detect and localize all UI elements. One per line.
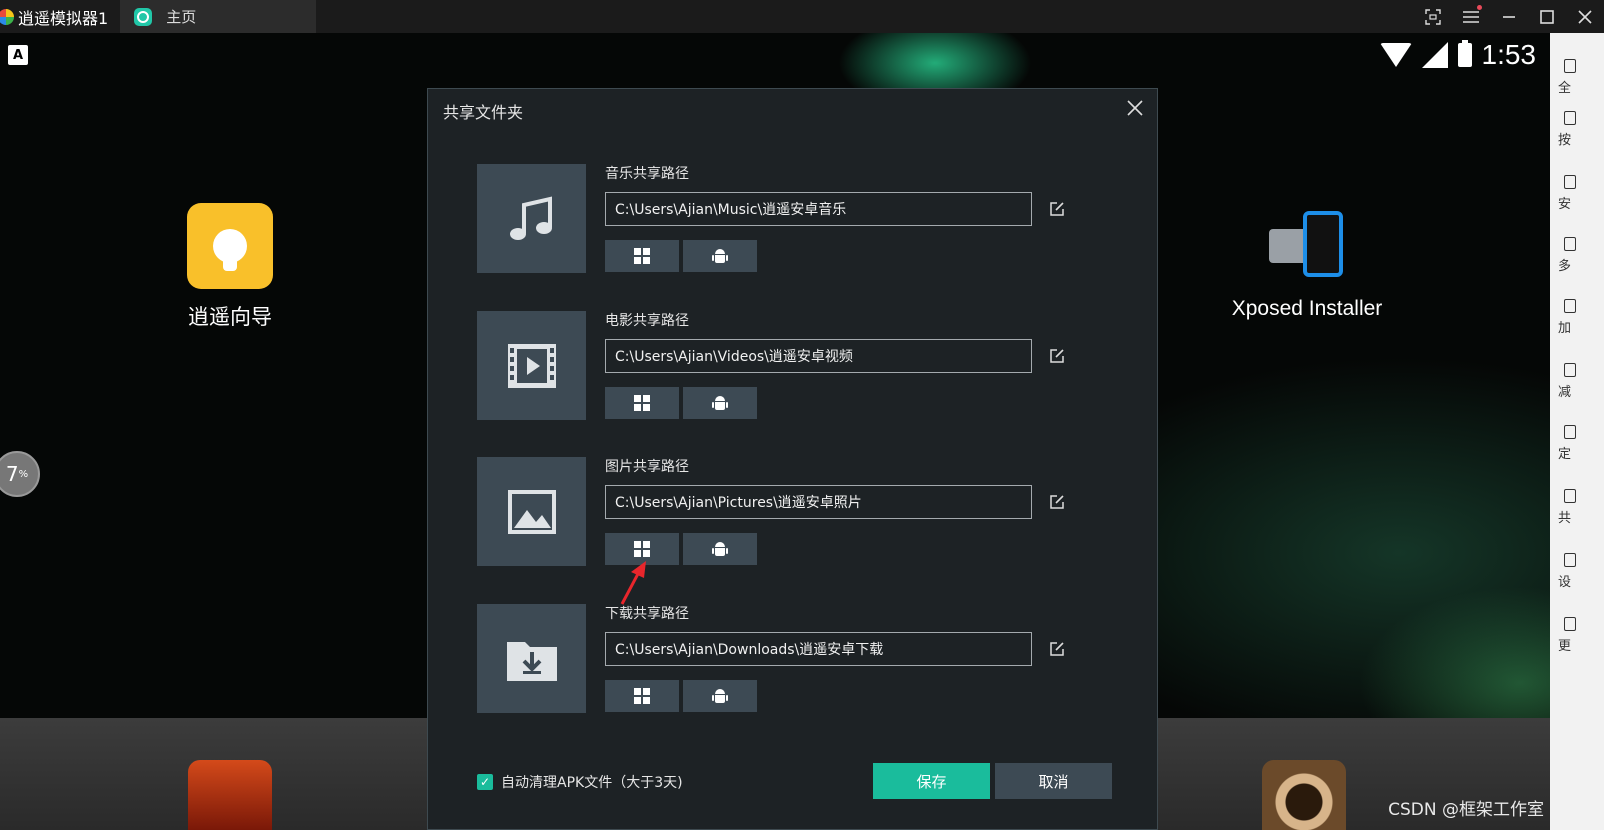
open-windows-folder-button[interactable] xyxy=(605,680,679,712)
dialog-title: 共享文件夹 xyxy=(443,103,524,122)
sidebar-item-label: 减 xyxy=(1558,385,1572,400)
open-windows-folder-button[interactable] xyxy=(605,240,679,272)
watermark: CSDN @框架工作室 xyxy=(1388,800,1544,820)
share-row-video: 电影共享路径 xyxy=(477,311,1117,421)
windows-icon xyxy=(634,688,650,704)
film-icon xyxy=(477,311,586,420)
title-bar: 逍遥模拟器1 主页 xyxy=(0,0,1604,33)
row-label: 下载共享路径 xyxy=(605,606,689,622)
sidebar-item-share[interactable]: 共 xyxy=(1558,489,1588,526)
signal-icon xyxy=(1421,42,1448,68)
sidebar-item-label: 按 xyxy=(1558,133,1572,148)
close-window-icon[interactable] xyxy=(1566,0,1604,33)
pictures-path-field[interactable] xyxy=(605,485,1032,519)
progress-value: 7 xyxy=(5,462,19,486)
row-label: 图片共享路径 xyxy=(605,459,689,475)
open-windows-folder-button[interactable] xyxy=(605,387,679,419)
home-icon xyxy=(134,7,153,26)
windows-icon xyxy=(634,248,650,264)
shared-folder-dialog: 共享文件夹 音乐共享路径 电影共享路径 xyxy=(427,88,1158,830)
progress-unit: % xyxy=(18,468,29,480)
android-icon xyxy=(712,395,728,411)
sidebar-item-install[interactable]: 安 xyxy=(1558,175,1588,212)
menu-icon[interactable] xyxy=(1452,0,1490,33)
image-icon xyxy=(477,457,586,566)
open-android-folder-button[interactable] xyxy=(683,533,757,565)
sidebar-item-volume-up[interactable]: 加 xyxy=(1558,299,1588,336)
edit-icon[interactable] xyxy=(1048,347,1066,365)
sidebar-item-label: 全 xyxy=(1558,81,1572,96)
sidebar-item-more[interactable]: 更 xyxy=(1558,617,1588,654)
sidebar-item-label: 更 xyxy=(1558,639,1572,654)
wifi-icon xyxy=(1379,43,1412,67)
desktop-app-label: 逍遥向导 xyxy=(188,306,272,329)
sidebar-item-location[interactable]: 定 xyxy=(1558,425,1588,462)
battery-charging-icon xyxy=(1457,40,1472,67)
music-path-field[interactable] xyxy=(605,192,1032,226)
keyboard-indicator: A xyxy=(8,45,28,65)
edit-icon[interactable] xyxy=(1048,200,1066,218)
downloads-path-field[interactable] xyxy=(605,632,1032,666)
share-row-pictures: 图片共享路径 xyxy=(477,457,1117,567)
open-android-folder-button[interactable] xyxy=(683,387,757,419)
close-icon[interactable] xyxy=(1123,96,1147,120)
lightbulb-icon xyxy=(187,203,273,289)
android-icon xyxy=(712,688,728,704)
tab-home-label: 主页 xyxy=(166,8,197,26)
row-label: 电影共享路径 xyxy=(605,313,689,329)
sidebar-item-label: 安 xyxy=(1558,197,1572,212)
sidebar-item-volume-down[interactable]: 减 xyxy=(1558,363,1588,400)
window-controls xyxy=(1414,0,1604,33)
status-clock: 1:53 xyxy=(1481,39,1537,70)
emulator-logo-icon xyxy=(0,8,14,25)
maximize-icon[interactable] xyxy=(1528,0,1566,33)
dock-app-game[interactable] xyxy=(188,760,272,830)
windows-icon xyxy=(634,395,650,411)
sidebar-item-label: 定 xyxy=(1558,447,1572,462)
screenshot-frame-icon[interactable] xyxy=(1414,0,1452,33)
tab-home[interactable]: 主页 xyxy=(120,0,317,33)
right-toolbar: 全 按 安 多 加 减 定 共 设 更 xyxy=(1550,33,1604,830)
desktop-app-guide[interactable]: 逍遥向导 xyxy=(170,203,290,331)
desktop-app-label: Xposed Installer xyxy=(1231,297,1383,320)
share-row-downloads: 下载共享路径 xyxy=(477,604,1117,714)
xposed-puzzle-icon xyxy=(1269,211,1345,281)
open-android-folder-button[interactable] xyxy=(683,240,757,272)
android-icon xyxy=(712,541,728,557)
auto-clean-apk-checkbox[interactable]: ✓ 自动清理APK文件（大于3天) xyxy=(477,772,683,792)
sidebar-item-label: 共 xyxy=(1558,511,1572,526)
cancel-button[interactable]: 取消 xyxy=(995,763,1112,799)
red-arrow-icon xyxy=(620,561,646,605)
notification-dot xyxy=(1477,5,1482,10)
sidebar-item-keymap[interactable]: 按 xyxy=(1558,111,1588,148)
sidebar-item-label: 加 xyxy=(1558,321,1572,336)
share-row-music: 音乐共享路径 xyxy=(477,164,1117,274)
video-path-field[interactable] xyxy=(605,339,1032,373)
desktop-app-xposed[interactable]: Xposed Installer xyxy=(1222,211,1392,321)
sidebar-item-label: 设 xyxy=(1558,575,1572,590)
tab-emulator-label: 逍遥模拟器1 xyxy=(18,8,109,28)
status-bar-right: 1:53 xyxy=(1379,39,1537,71)
sidebar-item-multi[interactable]: 多 xyxy=(1558,237,1588,274)
open-android-folder-button[interactable] xyxy=(683,680,757,712)
windows-icon xyxy=(634,541,650,557)
tab-emulator[interactable]: 逍遥模拟器1 xyxy=(0,0,121,33)
memory-progress-bubble[interactable]: 7% xyxy=(0,451,40,497)
minimize-icon[interactable] xyxy=(1490,0,1528,33)
music-note-icon xyxy=(477,164,586,273)
edit-icon[interactable] xyxy=(1048,640,1066,658)
download-folder-icon xyxy=(477,604,586,713)
checkmark-icon: ✓ xyxy=(477,774,493,790)
sidebar-item-fullscreen[interactable]: 全 xyxy=(1558,59,1588,96)
sidebar-item-label: 多 xyxy=(1558,259,1572,274)
row-label: 音乐共享路径 xyxy=(605,166,689,182)
edit-icon[interactable] xyxy=(1048,493,1066,511)
android-icon xyxy=(712,248,728,264)
dock-app-eye[interactable] xyxy=(1262,760,1346,830)
sidebar-item-settings[interactable]: 设 xyxy=(1558,553,1588,590)
save-button[interactable]: 保存 xyxy=(873,763,990,799)
auto-clean-label: 自动清理APK文件（大于3天) xyxy=(501,775,683,791)
